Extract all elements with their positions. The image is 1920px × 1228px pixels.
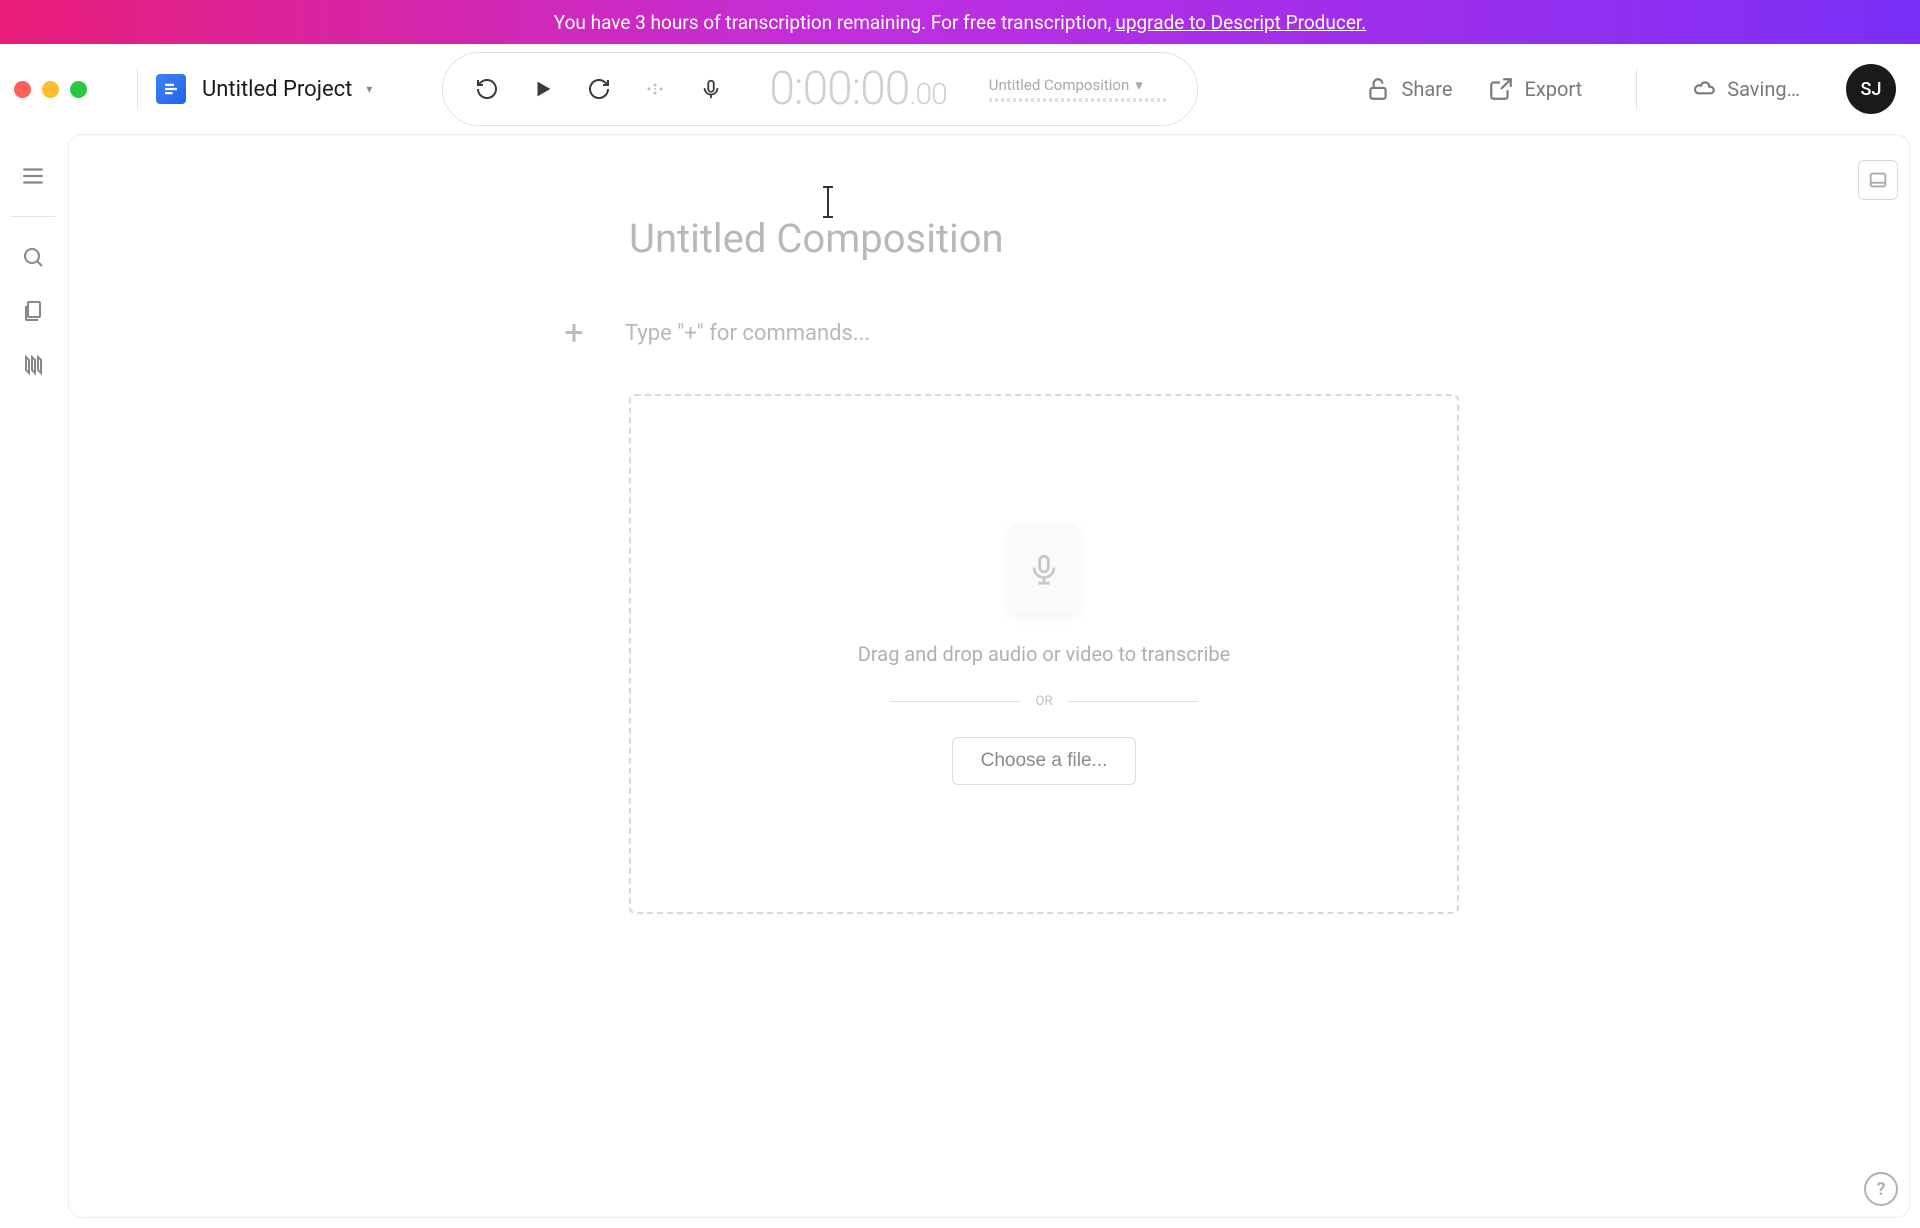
avatar-initials: SJ [1861,79,1882,100]
divider [1636,69,1637,109]
add-block-button[interactable]: + [557,316,591,350]
right-actions: Share Export Saving… SJ [1365,64,1896,114]
hamburger-button[interactable] [15,158,51,194]
window-controls [14,81,87,98]
body-placeholder[interactable]: Type "+" for commands... [625,321,870,346]
pages-button[interactable] [15,293,51,329]
main-area: Untitled Composition + Type "+" for comm… [0,134,1920,1228]
window-close-button[interactable] [14,81,31,98]
share-label: Share [1401,77,1452,101]
document-canvas: Untitled Composition + Type "+" for comm… [68,134,1910,1218]
project-name: Untitled Project [202,77,352,102]
app-logo-icon [156,74,186,104]
composition-title-input[interactable]: Untitled Composition [629,215,1469,262]
choose-file-button[interactable]: Choose a file... [952,737,1137,785]
banner-text: You have 3 hours of transcription remain… [554,11,1112,34]
timeline-minibar [989,98,1169,102]
text-cursor-icon [827,187,829,217]
project-dropdown[interactable]: Untitled Project ▾ [202,77,372,102]
timecode-display: 0:00:00.00 [769,62,946,116]
undo-button[interactable] [471,73,503,105]
timecode-main: 0:00:00 [769,62,909,116]
divider [11,216,55,217]
or-separator: OR [890,694,1199,709]
document: Untitled Composition + Type "+" for comm… [509,215,1469,914]
magic-button[interactable] [639,73,671,105]
redo-button[interactable] [583,73,615,105]
upgrade-banner: You have 3 hours of transcription remain… [0,0,1920,44]
properties-panel-toggle[interactable] [1858,160,1898,200]
left-rail [0,134,66,1228]
saving-status: Saving… [1691,76,1800,102]
timecode-fraction: .00 [909,77,946,112]
export-button[interactable]: Export [1488,76,1582,102]
transport-pill: 0:00:00.00 Untitled Composition ▾ [442,52,1197,126]
share-button[interactable]: Share [1365,76,1452,102]
search-button[interactable] [15,239,51,275]
chevron-down-icon: ▾ [366,82,372,96]
line [1068,701,1198,702]
divider [137,69,138,109]
microphone-icon [1008,524,1080,614]
composition-label: Untitled Composition [989,76,1130,94]
chevron-down-icon: ▾ [1135,76,1143,94]
window-maximize-button[interactable] [70,81,87,98]
saving-label: Saving… [1727,77,1800,101]
record-button[interactable] [695,73,727,105]
export-label: Export [1524,77,1582,101]
command-row: + Type "+" for commands... [557,316,1469,350]
composition-dropdown[interactable]: Untitled Composition ▾ [989,76,1169,102]
top-toolbar: Untitled Project ▾ 0:00:00.00 Untitled C… [0,44,1920,134]
upgrade-link[interactable]: upgrade to Descript Producer. [1115,11,1366,34]
window-minimize-button[interactable] [42,81,59,98]
dropzone-text: Drag and drop audio or video to transcri… [858,642,1230,666]
title-placeholder: Untitled Composition [629,215,1004,262]
or-label: OR [1036,694,1053,709]
help-button[interactable]: ? [1864,1172,1898,1206]
media-button[interactable] [15,347,51,383]
user-avatar[interactable]: SJ [1846,64,1896,114]
line [890,701,1020,702]
play-button[interactable] [527,73,559,105]
media-dropzone[interactable]: Drag and drop audio or video to transcri… [629,394,1459,914]
